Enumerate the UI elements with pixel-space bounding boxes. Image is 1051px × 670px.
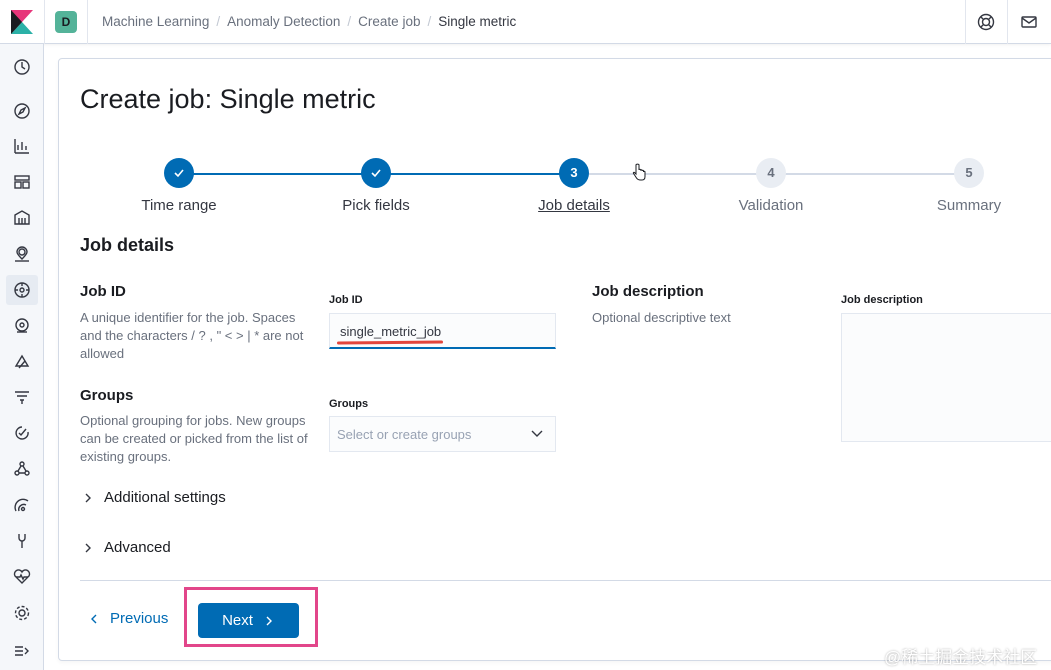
help-icon[interactable] bbox=[976, 12, 996, 32]
step-label-validation: Validation bbox=[738, 197, 804, 214]
step-label-summary: Summary bbox=[936, 197, 1002, 214]
step-1-complete[interactable] bbox=[164, 158, 194, 188]
uptime-icon[interactable] bbox=[12, 423, 32, 443]
pointer-cursor-icon bbox=[632, 163, 646, 181]
maps-icon[interactable] bbox=[12, 244, 32, 264]
apm-icon[interactable] bbox=[12, 387, 32, 407]
footer-divider bbox=[80, 580, 1051, 581]
watermark: @稀土掘金技术社区 bbox=[884, 648, 1038, 667]
job-description-help: Optional descriptive text bbox=[592, 310, 731, 325]
additional-settings-label: Additional settings bbox=[104, 489, 226, 506]
breadcrumb-create-job[interactable]: Create job bbox=[358, 14, 420, 29]
advanced-label: Advanced bbox=[104, 539, 171, 556]
job-id-title: Job ID bbox=[80, 283, 126, 300]
job-id-label: Job ID bbox=[329, 294, 363, 306]
side-navigation bbox=[0, 44, 44, 670]
breadcrumb-single-metric: Single metric bbox=[438, 14, 517, 29]
check-icon bbox=[174, 169, 184, 178]
mail-icon[interactable] bbox=[1019, 12, 1039, 32]
groups-label: Groups bbox=[329, 398, 369, 410]
top-header: D Machine Learning / Anomaly Detection /… bbox=[0, 0, 1051, 44]
breadcrumb: Machine Learning / Anomaly Detection / C… bbox=[102, 14, 516, 29]
canvas-icon[interactable] bbox=[12, 208, 32, 228]
breadcrumb-separator: / bbox=[347, 14, 352, 29]
management-gear-icon[interactable] bbox=[12, 603, 32, 623]
page-title: Create job: Single metric bbox=[80, 84, 376, 114]
step-4: 4 bbox=[756, 158, 786, 188]
step-2-complete[interactable] bbox=[361, 158, 391, 188]
breadcrumb-machine-learning[interactable]: Machine Learning bbox=[102, 14, 209, 29]
advanced-accordion[interactable]: Advanced bbox=[82, 539, 171, 556]
job-description-textarea[interactable] bbox=[841, 313, 1051, 442]
visualize-icon[interactable] bbox=[12, 136, 32, 156]
next-button[interactable]: Next bbox=[198, 603, 299, 638]
siem-icon[interactable] bbox=[12, 495, 32, 515]
discover-icon[interactable] bbox=[12, 101, 32, 121]
breadcrumb-separator: / bbox=[427, 14, 432, 29]
breadcrumb-separator: / bbox=[216, 14, 221, 29]
step-label-pick-fields[interactable]: Pick fields bbox=[296, 197, 456, 214]
previous-label: Previous bbox=[110, 610, 169, 627]
breadcrumb-anomaly-detection[interactable]: Anomaly Detection bbox=[227, 14, 340, 29]
groups-combobox[interactable]: Select or create groups bbox=[329, 416, 556, 452]
chevron-left-icon bbox=[91, 614, 97, 623]
header-divider bbox=[44, 0, 45, 44]
chevron-down-icon[interactable] bbox=[530, 426, 544, 440]
next-label: Next bbox=[222, 612, 253, 629]
header-divider bbox=[1007, 0, 1008, 44]
dashboard-icon[interactable] bbox=[12, 172, 32, 192]
logs-icon[interactable] bbox=[12, 352, 32, 372]
step-3-current[interactable]: 3 bbox=[559, 158, 589, 188]
graph-icon[interactable] bbox=[12, 459, 32, 479]
kibana-logo-icon[interactable] bbox=[11, 10, 33, 34]
recently-viewed-icon[interactable] bbox=[12, 57, 32, 77]
chevron-right-icon bbox=[85, 543, 91, 552]
groups-description: Optional grouping for jobs. New groups c… bbox=[80, 413, 308, 464]
groups-title: Groups bbox=[80, 387, 134, 404]
check-icon bbox=[371, 169, 381, 178]
chevron-right-icon bbox=[266, 616, 272, 625]
additional-settings-accordion[interactable]: Additional settings bbox=[82, 489, 226, 506]
job-description-title: Job description bbox=[592, 283, 704, 300]
machine-learning-icon[interactable] bbox=[12, 280, 32, 300]
monitoring-icon[interactable] bbox=[12, 567, 32, 587]
header-divider bbox=[965, 0, 966, 44]
chevron-right-icon bbox=[85, 493, 91, 502]
previous-button[interactable]: Previous bbox=[88, 610, 168, 627]
job-id-description: A unique identifier for the job. Spaces … bbox=[80, 310, 304, 361]
job-description-label: Job description bbox=[841, 294, 923, 306]
dev-tools-icon[interactable] bbox=[12, 531, 32, 551]
section-title-job-details: Job details bbox=[80, 235, 175, 255]
infrastructure-icon[interactable] bbox=[12, 316, 32, 336]
step-5: 5 bbox=[954, 158, 984, 188]
collapse-nav-icon[interactable] bbox=[12, 641, 32, 661]
step-label-job-details[interactable]: Job details bbox=[494, 197, 654, 214]
header-divider bbox=[87, 0, 88, 44]
step-label-time-range[interactable]: Time range bbox=[99, 197, 259, 214]
space-avatar[interactable]: D bbox=[55, 11, 77, 33]
